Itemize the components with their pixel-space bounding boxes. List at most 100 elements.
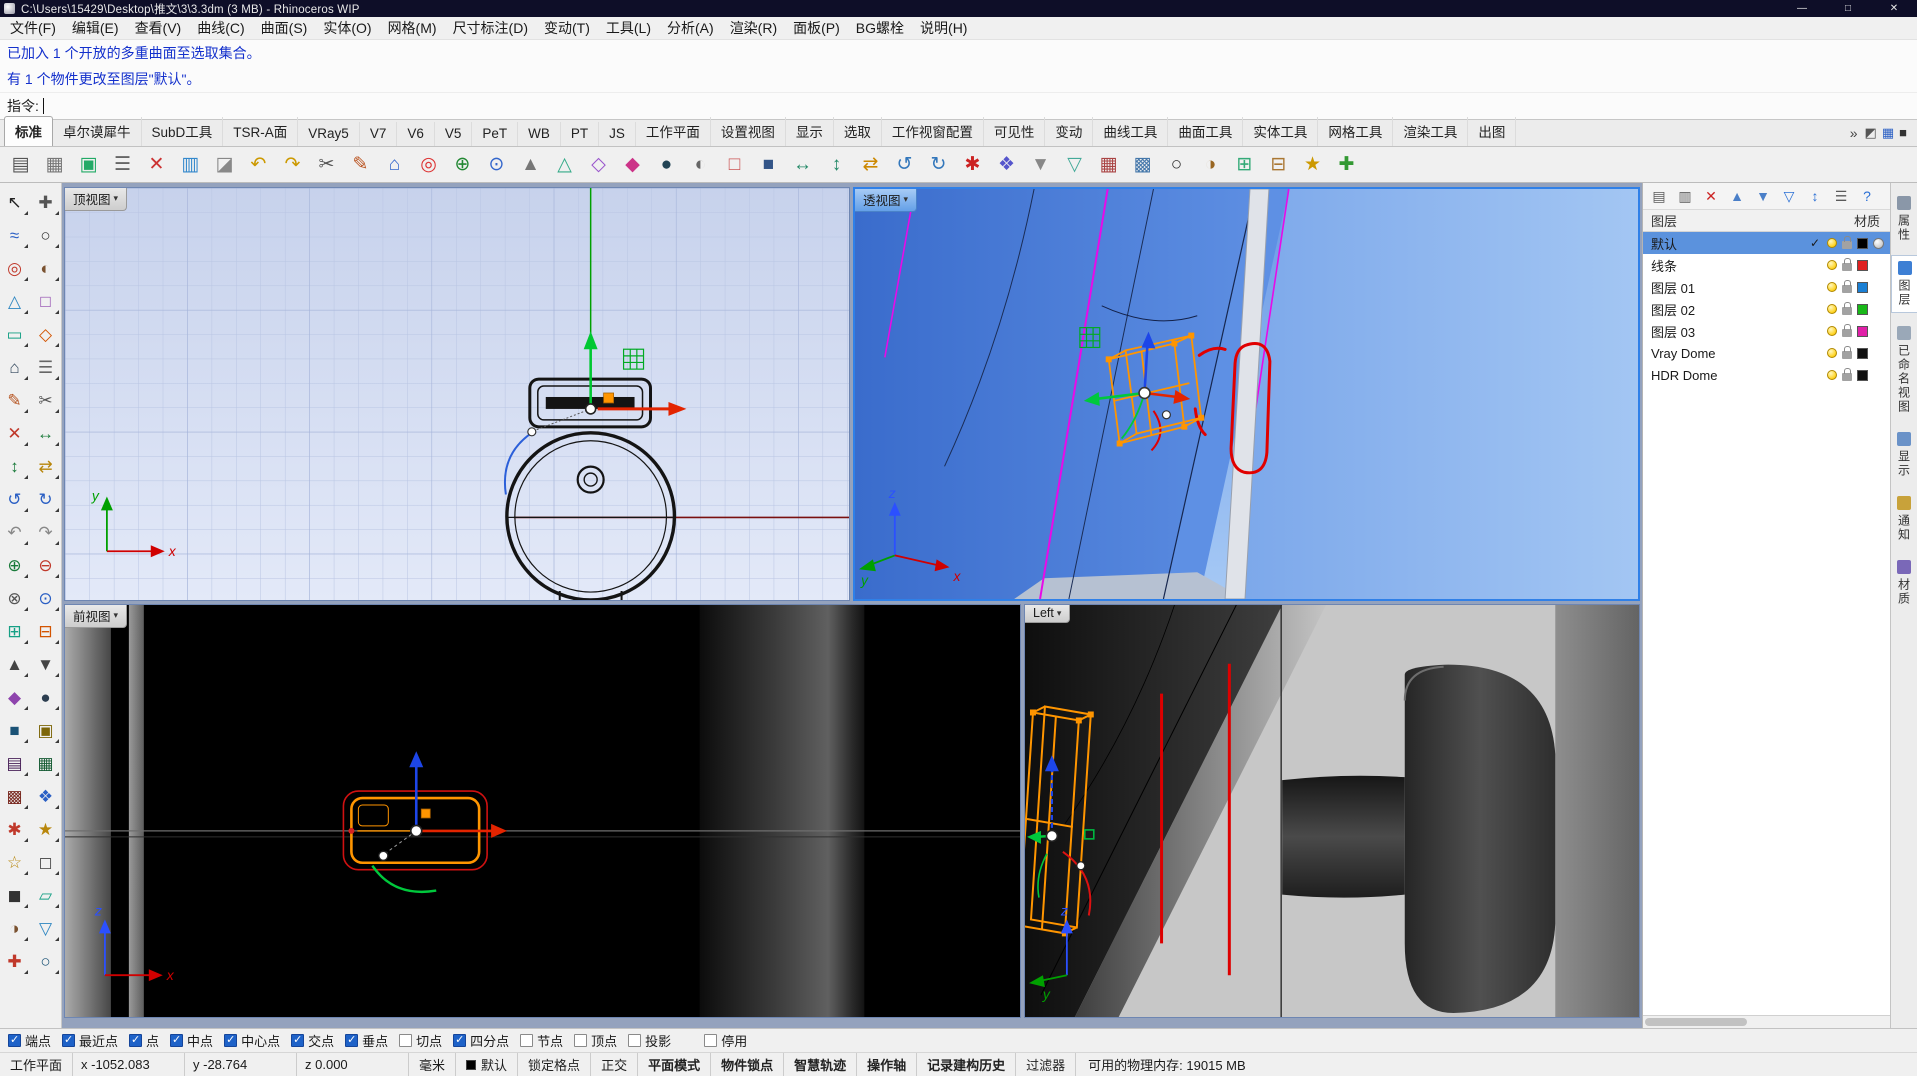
menu-item[interactable]: 尺寸标注(D) [445,17,536,40]
layer-color-swatch[interactable] [1857,325,1868,337]
toolbar-icon[interactable]: ⊞ [1228,149,1261,180]
sidebar-tool-icon[interactable]: ↶ [1,519,29,546]
minimize-button[interactable]: — [1779,0,1825,17]
sidebar-tool-icon[interactable]: ★ [32,816,60,843]
layer-lock-icon[interactable] [1842,368,1852,381]
sidebar-tool-icon[interactable]: ↕ [1,453,29,480]
viewport-perspective[interactable]: z y x 透视图 ▾ [853,187,1640,601]
layer-lock-icon[interactable] [1842,258,1852,271]
sidebar-tool-icon[interactable]: ▭ [1,321,29,348]
layer-visibility-bulb-icon[interactable] [1827,370,1837,380]
toolbar-icon[interactable]: ◪ [208,149,241,180]
menu-item[interactable]: BG螺栓 [848,17,912,40]
layer-visibility-bulb-icon[interactable] [1827,282,1837,292]
toolbar-icon[interactable]: ✕ [140,149,173,180]
layer-visibility-bulb-icon[interactable] [1827,348,1837,358]
toolbar-icon[interactable]: △ [548,149,581,180]
toolbar-icon[interactable]: ↷ [276,149,309,180]
tab-bar-icon[interactable]: ▦ [1882,125,1894,141]
osnap-toggle[interactable]: 投影 [628,1031,671,1050]
sidebar-tool-icon[interactable]: ⊕ [1,552,29,579]
sidebar-tool-icon[interactable]: ◑ [1,915,29,942]
help-icon[interactable]: ? [1855,185,1879,208]
menu-item[interactable]: 文件(F) [2,17,64,40]
toolbar-tab[interactable]: 网格工具 [1318,117,1394,146]
viewport-front[interactable]: z x 前视图 ▾ [64,604,1021,1018]
osnap-toggle[interactable]: 顶点 [574,1031,617,1050]
sidebar-tool-icon[interactable]: ⊞ [1,618,29,645]
sidebar-tool-icon[interactable]: ◼ [1,882,29,909]
toolbar-tab[interactable]: 实体工具 [1243,117,1319,146]
toolbar-icon[interactable]: ↔ [786,149,819,180]
sidebar-tool-icon[interactable]: ↔ [32,420,60,447]
sidebar-tool-icon[interactable]: ▲ [1,651,29,678]
layer-visibility-bulb-icon[interactable] [1827,326,1837,336]
toolbar-icon[interactable]: ◑ [1194,149,1227,180]
layer-material-icon[interactable] [1873,237,1884,249]
sidebar-tool-icon[interactable]: ○ [32,948,60,975]
sidebar-tool-icon[interactable]: ☆ [1,849,29,876]
layer-lock-icon[interactable] [1842,346,1852,359]
toolbar-tab[interactable]: 标准 [4,116,53,146]
checkbox[interactable] [345,1033,359,1047]
toolbar-tab[interactable]: V6 [397,122,435,146]
toolbar-icon[interactable]: ↺ [888,149,921,180]
toolbar-icon[interactable]: ↻ [922,149,955,180]
layer-lock-icon[interactable] [1842,280,1852,293]
toolbar-icon[interactable]: ★ [1296,149,1329,180]
toolbar-tab[interactable]: 变动 [1045,117,1094,146]
layer-row[interactable]: 图层 01 ✓ [1643,276,1890,298]
sidebar-tool-icon[interactable]: ▱ [32,882,60,909]
sidebar-tool-icon[interactable]: ▣ [32,717,60,744]
toolbar-tab[interactable]: 可见性 [984,117,1046,146]
move-down-icon[interactable]: ▼ [1751,185,1775,208]
status-toggle[interactable]: 物件锁点 [711,1053,785,1076]
panel-tab[interactable]: 已命名视图 [1891,321,1917,419]
toolbar-icon[interactable]: ■ [752,149,785,180]
status-toggle[interactable]: 正交 [591,1053,639,1076]
menu-item[interactable]: 说明(H) [912,17,975,40]
panel-tab[interactable]: 材质 [1891,555,1917,611]
layer-color-swatch[interactable] [1857,347,1868,359]
layer-row[interactable]: 默认 ✓ [1643,232,1890,254]
tab-bar-icon[interactable]: ◩ [1865,125,1877,141]
toolbar-icon[interactable]: ▽ [1058,149,1091,180]
checkbox[interactable] [520,1034,534,1047]
sidebar-tool-icon[interactable]: ☰ [32,354,60,381]
sidebar-tool-icon[interactable]: ● [32,684,60,711]
toolbar-tab[interactable]: 卓尔谟犀牛 [53,117,142,146]
checkbox[interactable] [129,1033,143,1047]
menu-item[interactable]: 曲面(S) [253,17,316,40]
status-toggle[interactable]: 记录建构历史 [917,1053,1017,1076]
toolbar-tab[interactable]: SubD工具 [142,117,224,146]
toolbar-tab[interactable]: WB [518,122,561,146]
checkbox[interactable] [399,1034,413,1047]
tab-overflow-button[interactable]: » [1850,125,1858,141]
menu-item[interactable]: 实体(O) [315,17,379,40]
toolbar-tab[interactable]: 工作视窗配置 [882,117,984,146]
toolbar-icon[interactable]: ▥ [174,149,207,180]
layer-lock-icon[interactable] [1842,302,1852,315]
toolbar-icon[interactable]: □ [718,149,751,180]
sidebar-tool-icon[interactable]: ⊙ [32,585,60,612]
checkbox[interactable] [574,1034,588,1047]
viewport-left[interactable]: z y Left ▾ [1024,604,1640,1018]
checkbox[interactable] [224,1033,238,1047]
status-toggle[interactable]: 过滤器 [1016,1053,1077,1076]
sidebar-tool-icon[interactable]: □ [32,288,60,315]
layer-row[interactable]: Vray Dome ✓ [1643,342,1890,364]
menu-item[interactable]: 工具(L) [598,17,659,40]
sidebar-tool-icon[interactable]: ▼ [32,651,60,678]
toolbar-tab[interactable]: 工作平面 [636,117,711,146]
checkbox[interactable] [704,1034,718,1047]
panel-tab[interactable]: 通知 [1891,491,1917,547]
sidebar-tool-icon[interactable]: ⊟ [32,618,60,645]
toolbar-tab[interactable]: 渲染工具 [1393,117,1469,146]
checkbox[interactable] [628,1034,642,1047]
sidebar-tool-icon[interactable]: ▽ [32,915,60,942]
toolbar-icon[interactable]: ✂ [310,149,343,180]
layer-color-swatch[interactable] [1857,237,1868,249]
viewport-title-left[interactable]: Left ▾ [1025,605,1071,623]
osnap-toggle[interactable]: 垂点 [345,1031,388,1050]
toolbar-icon[interactable]: ▤ [4,149,37,180]
